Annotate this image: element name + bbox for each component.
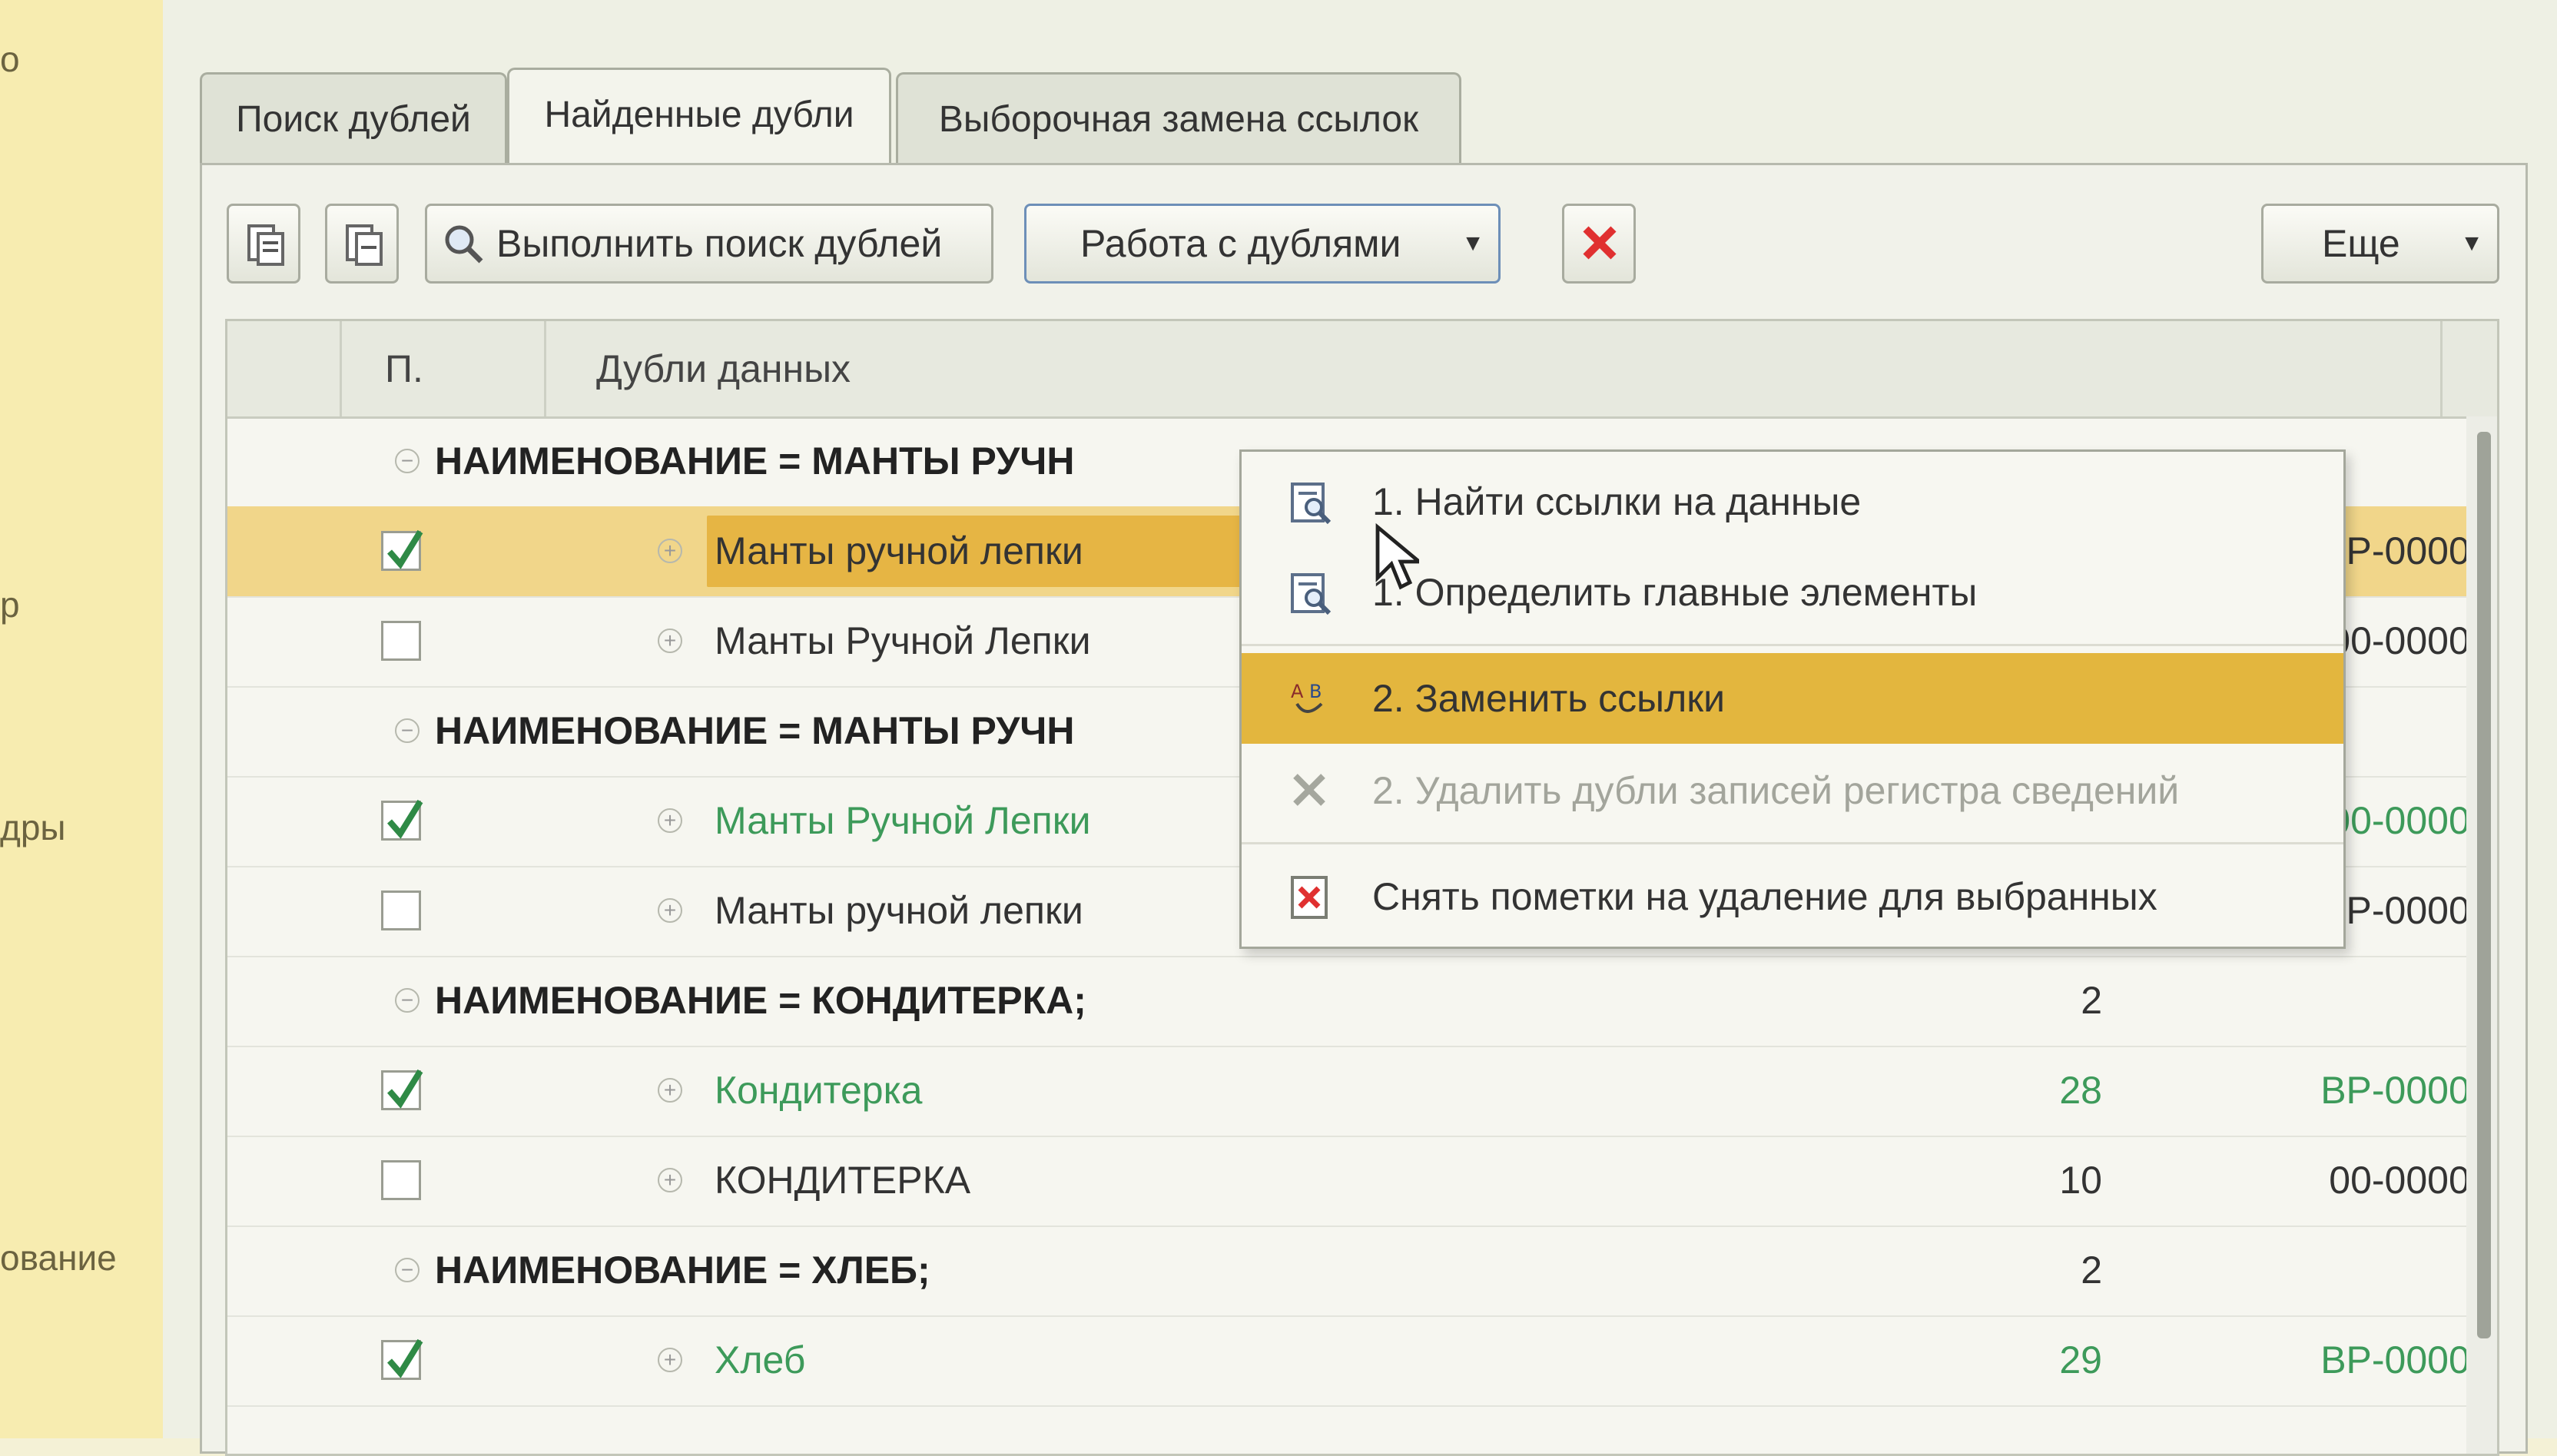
collapse-icon[interactable]: − — [395, 718, 420, 743]
menu-item-unmark-deletion[interactable]: Снять пометки на удаление для выбранных — [1242, 851, 2343, 942]
expand-icon[interactable]: + — [658, 1168, 682, 1192]
menu-item-replace-references[interactable]: A B 2. Заменить ссылки — [1242, 653, 2343, 744]
checkbox[interactable] — [381, 1160, 421, 1200]
left-sidebar: о р дры ование — [0, 0, 164, 1438]
collapse-all-button[interactable] — [325, 204, 399, 284]
column-header-mark[interactable]: П. — [385, 321, 423, 416]
checkbox[interactable] — [381, 1338, 423, 1380]
unmark-deletion-icon — [1291, 876, 1328, 919]
chevron-down-icon: ▼ — [2460, 231, 2483, 256]
column-header-name[interactable]: Дубли данных — [596, 321, 851, 416]
search-icon — [445, 225, 483, 264]
tree-expand-icon — [247, 224, 284, 266]
chevron-down-icon: ▼ — [1461, 231, 1484, 256]
delete-x-icon — [1293, 774, 1325, 806]
main-window: Поиск дублей Найденные дубли Выборочная … — [163, 0, 2557, 1456]
expand-icon[interactable]: + — [658, 808, 682, 833]
table-row-group[interactable]: − НАИМЕНОВАНИЕ = КОНДИТЕРКА; 2 — [227, 956, 2497, 1047]
duplicates-actions-dropdown[interactable]: Работа с дублями ▼ — [1024, 204, 1501, 284]
tree-collapse-icon — [346, 224, 383, 266]
more-button[interactable]: Еще ▼ — [2261, 204, 2499, 284]
column-separator — [2440, 321, 2443, 416]
table-row[interactable]: + КОНДИТЕРКА 10 00-00003480 — [227, 1136, 2497, 1227]
table-row-group[interactable]: − НАИМЕНОВАНИЕ = ХЛЕБ; 2 — [227, 1225, 2497, 1317]
svg-text:B: B — [1309, 681, 1322, 702]
tab-search-duplicates[interactable]: Поиск дублей — [200, 72, 507, 163]
column-separator — [544, 321, 546, 416]
column-separator — [340, 321, 342, 416]
define-main-elements-icon — [1291, 573, 1332, 615]
checkbox[interactable] — [381, 891, 421, 930]
checkmark-icon — [386, 529, 423, 569]
menu-separator — [1242, 842, 2343, 844]
checkmark-icon — [386, 799, 423, 839]
tab-panel: Выполнить поиск дублей Работа с дублями … — [200, 163, 2528, 1456]
menu-item-delete-register-duplicates[interactable]: 2. Удалить дубли записей регистра сведен… — [1242, 745, 2343, 836]
expand-icon[interactable]: + — [658, 539, 682, 563]
checkmark-icon — [386, 1069, 423, 1109]
find-references-icon — [1291, 483, 1332, 525]
table-row[interactable]: + Кондитерка 28 ВР-00001573 — [227, 1046, 2497, 1137]
checkbox[interactable] — [381, 799, 423, 841]
sidebar-item[interactable]: дры — [0, 807, 66, 848]
checkbox[interactable] — [381, 621, 421, 661]
expand-all-button[interactable] — [227, 204, 300, 284]
delete-button[interactable] — [1562, 204, 1636, 284]
checkmark-icon — [386, 1338, 423, 1378]
expand-icon[interactable]: + — [658, 1348, 682, 1372]
mouse-cursor-icon — [1375, 522, 1419, 590]
table-row[interactable]: + Хлеб 29 ВР-00000494 — [227, 1315, 2497, 1407]
collapse-icon[interactable]: − — [395, 988, 420, 1013]
expand-icon[interactable]: + — [658, 1078, 682, 1103]
tab-selective-replace[interactable]: Выборочная замена ссылок — [896, 72, 1461, 163]
table-header: П. Дубли данных — [227, 321, 2497, 419]
vertical-scrollbar[interactable] — [2466, 416, 2497, 1454]
run-duplicate-search-button[interactable]: Выполнить поиск дублей — [425, 204, 993, 284]
expand-icon[interactable]: + — [658, 898, 682, 923]
replace-icon: A B — [1291, 681, 1323, 713]
sidebar-item[interactable]: р — [0, 584, 20, 625]
svg-text:A: A — [1291, 681, 1304, 702]
checkbox[interactable] — [381, 529, 423, 571]
tab-found-duplicates[interactable]: Найденные дубли — [507, 68, 891, 163]
checkbox[interactable] — [381, 1069, 423, 1110]
sidebar-item[interactable]: о — [0, 38, 20, 80]
delete-x-icon — [1583, 226, 1617, 260]
collapse-icon[interactable]: − — [395, 449, 420, 473]
sidebar-item[interactable]: ование — [0, 1237, 117, 1279]
expand-icon[interactable]: + — [658, 629, 682, 653]
scrollbar-thumb[interactable] — [2477, 432, 2491, 1338]
collapse-icon[interactable]: − — [395, 1258, 420, 1282]
menu-separator — [1242, 644, 2343, 646]
